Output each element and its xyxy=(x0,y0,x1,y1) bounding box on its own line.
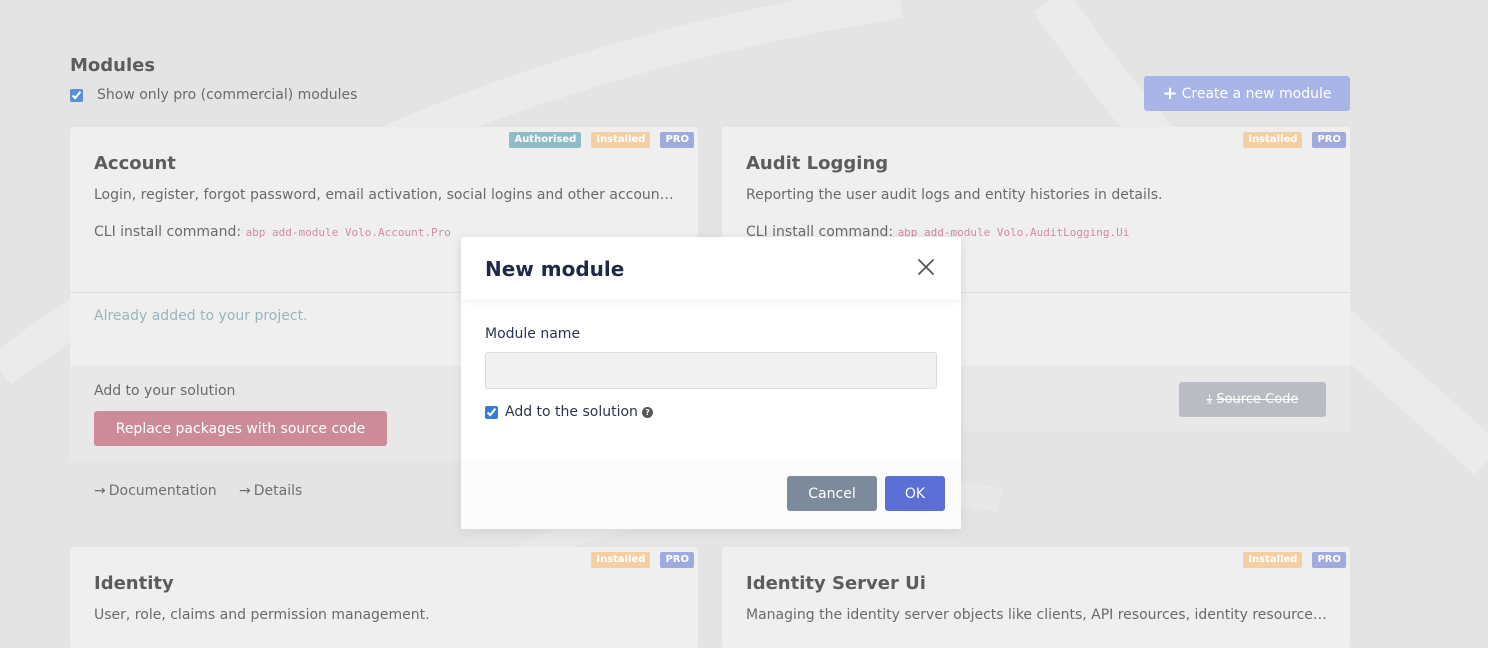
create-module-button[interactable]: + Create a new module xyxy=(1144,76,1350,111)
card-title: Identity Server Ui xyxy=(746,573,926,594)
badge-group: Installed PRO xyxy=(1243,132,1346,148)
modal-title: New module xyxy=(485,257,625,281)
source-code-label: Source Code xyxy=(1216,392,1299,407)
installed-badge: Installed xyxy=(1243,132,1303,148)
details-link[interactable]: → Details xyxy=(239,483,302,499)
add-to-solution-label: Add to the solution xyxy=(505,404,638,420)
documentation-link[interactable]: → Documentation xyxy=(94,483,217,499)
pro-badge: PRO xyxy=(1312,552,1346,568)
help-icon[interactable]: ? xyxy=(641,406,653,418)
module-name-label: Module name xyxy=(485,326,581,342)
cli-label: CLI install command: xyxy=(94,224,242,240)
already-added-note: Already added to your project. xyxy=(94,308,308,324)
close-icon xyxy=(918,259,934,275)
pro-filter[interactable]: Show only pro (commercial) modules xyxy=(70,87,357,103)
card-description: Reporting the user audit logs and entity… xyxy=(746,187,1163,203)
solution-label: Add to your solution xyxy=(94,383,236,399)
download-icon: ⤓ xyxy=(1206,392,1213,407)
authorised-badge: Authorised xyxy=(509,132,582,148)
modal-header: New module xyxy=(461,237,961,300)
badge-group: Installed PRO xyxy=(591,552,694,568)
documentation-link-label: Documentation xyxy=(108,483,217,499)
module-card-identity-server-ui: Installed PRO Identity Server Ui Managin… xyxy=(722,547,1350,648)
installed-badge: Installed xyxy=(591,552,651,568)
card-title: Identity xyxy=(94,573,174,594)
module-card-identity: Installed PRO Identity User, role, claim… xyxy=(70,547,698,648)
source-code-button[interactable]: ⤓ Source Code xyxy=(1179,382,1326,417)
create-module-label: Create a new module xyxy=(1181,85,1332,102)
card-description: Managing the identity server objects lik… xyxy=(746,607,1330,623)
add-to-solution-checkbox[interactable] xyxy=(485,405,498,419)
details-link-label: Details xyxy=(253,483,303,499)
page-title: Modules xyxy=(70,55,156,76)
pro-badge: PRO xyxy=(660,132,694,148)
plus-icon: + xyxy=(1162,82,1178,104)
pro-badge: PRO xyxy=(1312,132,1346,148)
cli-command: abp add-module Volo.Account.Pro xyxy=(245,226,451,239)
replace-packages-button[interactable]: Replace packages with source code xyxy=(94,411,387,446)
card-description: Login, register, forgot password, email … xyxy=(94,187,678,203)
ok-button[interactable]: OK xyxy=(885,476,945,511)
module-name-input[interactable] xyxy=(485,352,937,389)
badge-group: Authorised Installed PRO xyxy=(509,132,694,148)
pro-filter-checkbox[interactable] xyxy=(70,88,83,102)
badge-group: Installed PRO xyxy=(1243,552,1346,568)
card-title: Audit Logging xyxy=(746,153,889,174)
close-button[interactable] xyxy=(917,258,935,276)
pro-badge: PRO xyxy=(660,552,694,568)
new-module-modal: New module Module name Add to the soluti… xyxy=(461,237,961,529)
modal-footer: Cancel OK xyxy=(461,459,961,529)
installed-badge: Installed xyxy=(591,132,651,148)
pro-filter-label: Show only pro (commercial) modules xyxy=(97,87,358,103)
arrow-right-icon: → xyxy=(94,483,106,499)
arrow-right-icon: → xyxy=(239,483,251,499)
card-title: Account xyxy=(94,153,176,174)
installed-badge: Installed xyxy=(1243,552,1303,568)
cli-install-command: CLI install command: abp add-module Volo… xyxy=(94,224,451,240)
add-to-solution-option[interactable]: Add to the solution ? xyxy=(485,404,653,420)
cancel-button[interactable]: Cancel xyxy=(787,476,877,511)
card-description: User, role, claims and permission manage… xyxy=(94,607,430,623)
